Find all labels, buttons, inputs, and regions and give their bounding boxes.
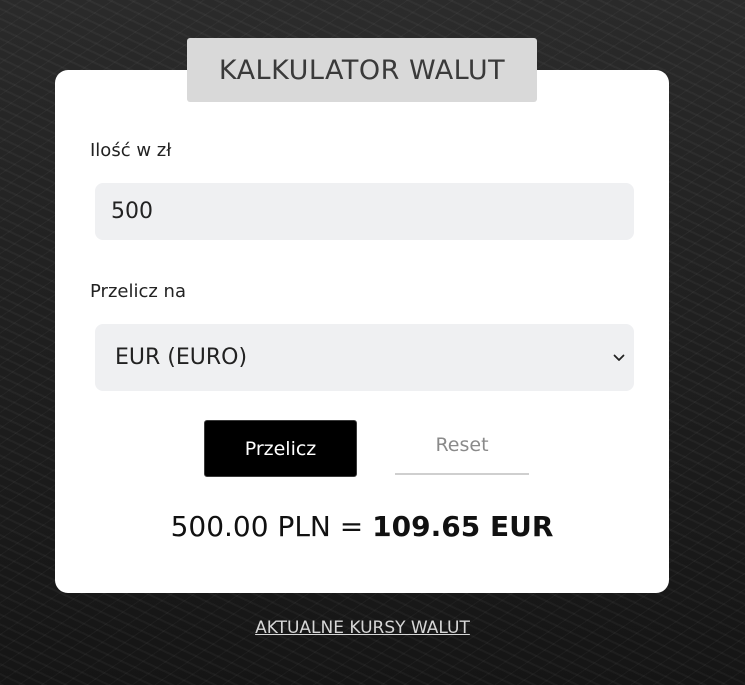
amount-label: Ilość w zł — [90, 140, 172, 161]
calculator-title: KALKULATOR WALUT — [218, 54, 506, 86]
chevron-down-icon — [612, 351, 626, 365]
convert-button[interactable]: Przelicz — [204, 420, 357, 477]
current-rates-link[interactable]: AKTUALNE KURSY WALUT — [0, 618, 725, 638]
currency-select[interactable]: EUR (EURO) — [95, 324, 634, 391]
currency-selected-value: EUR (EURO) — [115, 345, 248, 370]
calculator-card: Ilość w zł Przelicz na EUR (EURO) Przeli… — [55, 70, 669, 593]
convert-to-label: Przelicz na — [90, 281, 186, 302]
result-source-amount: 500.00 PLN — [170, 510, 331, 543]
calculator-title-tab: KALKULATOR WALUT — [187, 38, 537, 102]
conversion-result: 500.00 PLN = 109.65 EUR — [55, 510, 669, 543]
result-converted-amount: 109.65 EUR — [372, 510, 554, 543]
reset-button[interactable]: Reset — [395, 420, 529, 475]
amount-input[interactable] — [95, 183, 634, 240]
result-equals-sign: = — [339, 510, 364, 543]
